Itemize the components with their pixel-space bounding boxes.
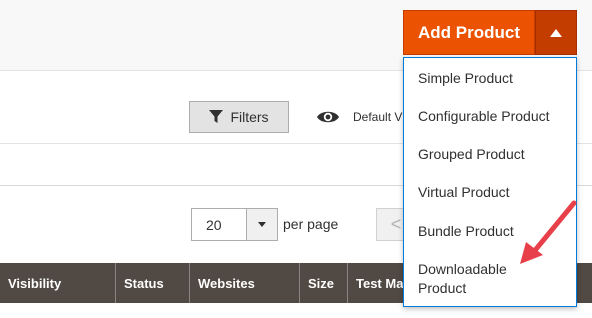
menu-item-configurable-product[interactable]: Configurable Product <box>404 107 576 126</box>
menu-item-grouped-product[interactable]: Grouped Product <box>404 145 576 164</box>
column-header-size[interactable]: Size <box>300 263 348 303</box>
column-header-websites[interactable]: Websites <box>190 263 300 303</box>
add-product-menu-toggle[interactable] <box>535 10 577 55</box>
add-product-dropdown-menu: Simple Product Configurable Product Grou… <box>403 57 577 307</box>
per-page-dropdown-button[interactable] <box>245 209 277 240</box>
filters-button[interactable]: Filters <box>189 101 289 133</box>
annotation-arrow-icon <box>520 200 577 264</box>
add-product-button[interactable]: Add Product <box>403 10 535 55</box>
chevron-left-icon: < <box>390 214 402 234</box>
per-page-value: 20 <box>206 216 222 233</box>
filters-label: Filters <box>230 109 269 125</box>
column-header-status[interactable]: Status <box>116 263 190 303</box>
menu-item-simple-product[interactable]: Simple Product <box>404 69 576 88</box>
triangle-up-icon <box>550 28 562 37</box>
add-product-label: Add Product <box>418 22 520 42</box>
per-page-select[interactable]: 20 <box>191 208 278 241</box>
column-header-visibility[interactable]: Visibility <box>0 263 116 303</box>
eye-icon[interactable] <box>316 109 340 125</box>
view-switcher-label[interactable]: Default V <box>353 110 402 124</box>
funnel-icon <box>209 110 224 123</box>
triangle-down-icon <box>257 222 266 227</box>
per-page-label: per page <box>283 216 339 232</box>
